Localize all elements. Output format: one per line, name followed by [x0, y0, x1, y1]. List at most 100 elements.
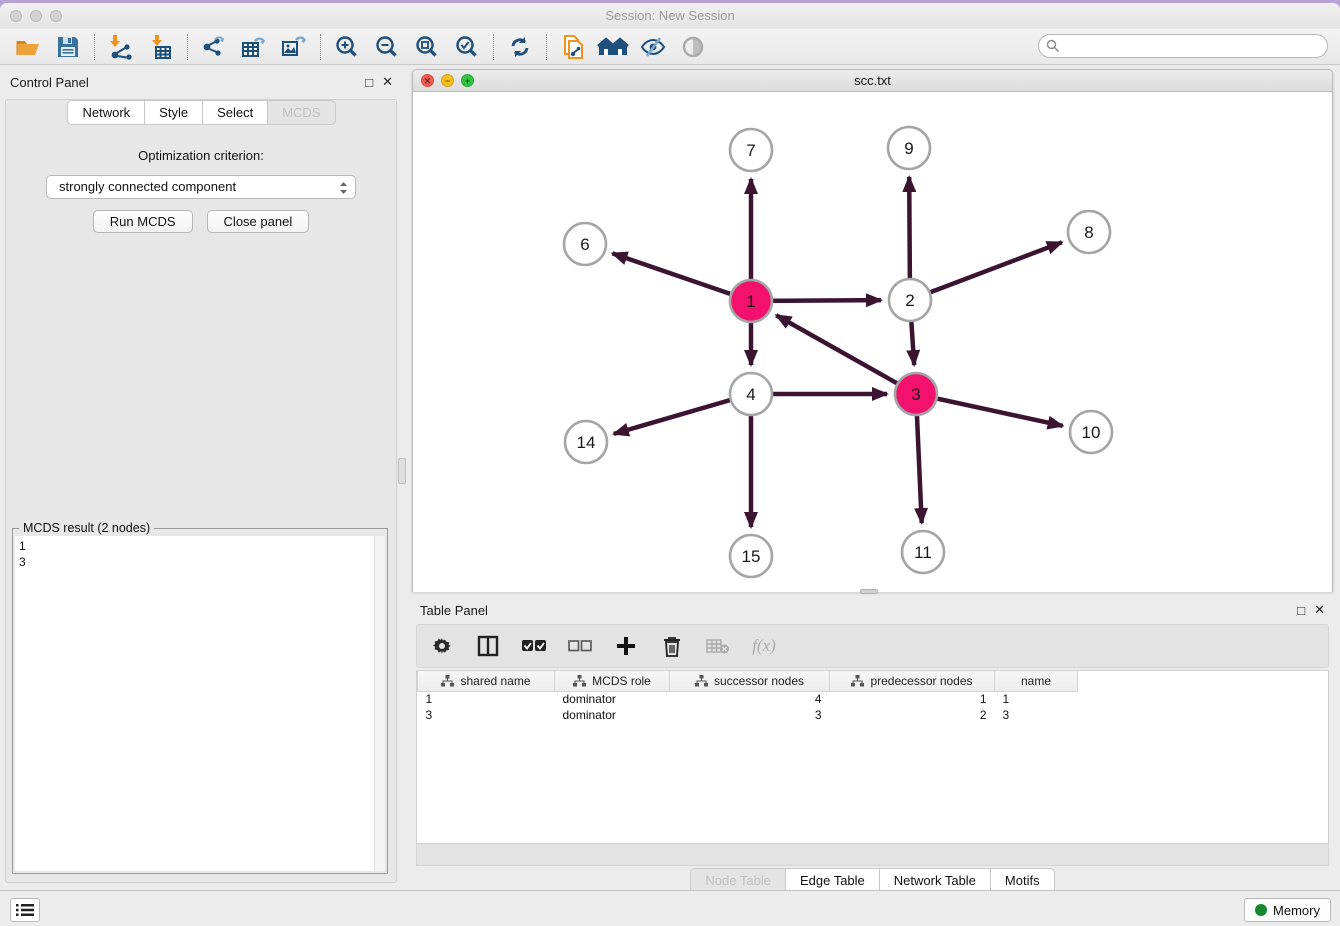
export-network-icon — [200, 33, 228, 61]
result-scrollbar[interactable] — [374, 536, 385, 871]
control-panel-float-button[interactable]: □ — [365, 75, 373, 90]
graph-node-label: 3 — [911, 385, 920, 404]
search-input[interactable] — [1038, 34, 1328, 58]
close-panel-button[interactable]: Close panel — [207, 210, 310, 233]
select-stepper-icon — [338, 179, 349, 197]
eye-disabled-icon — [679, 33, 707, 61]
show-all-button[interactable] — [673, 32, 713, 62]
graph-node-label: 1 — [746, 292, 755, 311]
cell-successor-nodes: 3 — [670, 707, 830, 723]
tab-mcds[interactable]: MCDS — [267, 100, 335, 125]
zoom-selected-icon — [453, 33, 481, 61]
graph-node-label: 2 — [905, 291, 914, 310]
delete-row-button[interactable] — [659, 633, 685, 659]
export-table-button[interactable] — [234, 32, 274, 62]
graph-edge[interactable] — [776, 315, 916, 394]
duplicate-network-icon — [559, 33, 587, 61]
mcds-result-title: MCDS result (2 nodes) — [19, 521, 154, 535]
toolbar-separator — [320, 34, 321, 60]
node-table: shared name MCDS role successor nodes pr… — [417, 671, 1078, 723]
hide-selected-button[interactable] — [633, 32, 673, 62]
table-panel-close-button[interactable]: ✕ — [1314, 602, 1325, 618]
table-options-button[interactable] — [429, 633, 455, 659]
table-panel-float-button[interactable]: □ — [1297, 603, 1305, 618]
cell-shared-name: 3 — [418, 707, 555, 723]
eye-slash-icon — [639, 33, 667, 61]
export-image-icon — [280, 33, 308, 61]
control-panel-close-button[interactable]: ✕ — [382, 74, 393, 90]
deselect-all-button[interactable] — [567, 633, 593, 659]
function-builder-button[interactable]: f(x) — [751, 633, 777, 659]
memory-button[interactable]: Memory — [1244, 898, 1331, 922]
column-type-icon — [851, 675, 864, 687]
show-columns-button[interactable] — [475, 633, 501, 659]
search-icon — [1046, 39, 1060, 53]
task-history-button[interactable] — [10, 898, 40, 922]
new-network-from-selection-button[interactable] — [553, 32, 593, 62]
node-table-area: shared name MCDS role successor nodes pr… — [416, 670, 1329, 844]
graph-node-label: 4 — [746, 385, 755, 404]
column-header-shared-name[interactable]: shared name — [418, 671, 555, 691]
zoom-selected-button[interactable] — [447, 32, 487, 62]
optimization-criterion-label: Optimization criterion: — [6, 148, 396, 163]
graph-node-label: 9 — [904, 139, 913, 158]
toolbar-separator — [94, 34, 95, 60]
run-mcds-button[interactable]: Run MCDS — [93, 210, 193, 233]
mcds-result-list[interactable]: 1 3 — [15, 536, 385, 871]
open-folder-icon — [15, 34, 41, 60]
table-row[interactable]: 3 dominator 3 2 3 — [418, 707, 1078, 723]
first-neighbors-button[interactable] — [593, 32, 633, 62]
zoom-in-icon — [333, 33, 361, 61]
control-panel-title: Control Panel — [10, 75, 356, 90]
import-table-button[interactable] — [141, 32, 181, 62]
graph-edge[interactable] — [916, 394, 1063, 426]
houses-icon — [597, 33, 629, 61]
zoom-in-button[interactable] — [327, 32, 367, 62]
graph-node-label: 10 — [1082, 423, 1101, 442]
column-type-icon — [441, 675, 454, 687]
select-all-button[interactable] — [521, 633, 547, 659]
network-window-titlebar[interactable]: ✕ − + scc.txt — [413, 70, 1332, 92]
tab-network[interactable]: Network — [67, 100, 144, 125]
toolbar-separator — [493, 34, 494, 60]
save-session-button[interactable] — [48, 32, 88, 62]
column-header-mcds-role[interactable]: MCDS role — [555, 671, 670, 691]
tab-select[interactable]: Select — [202, 100, 267, 125]
mcds-result-box: MCDS result (2 nodes) 1 3 — [12, 528, 388, 874]
column-header-successor-nodes[interactable]: successor nodes — [670, 671, 830, 691]
network-window-resize-grip[interactable] — [860, 589, 878, 594]
table-panel-bottom-strip — [416, 844, 1329, 866]
cell-predecessor-nodes: 1 — [830, 691, 995, 707]
table-panel-title: Table Panel — [420, 603, 1288, 618]
column-type-icon — [695, 675, 708, 687]
cell-name: 1 — [995, 691, 1078, 707]
cell-predecessor-nodes: 2 — [830, 707, 995, 723]
table-header-row: shared name MCDS role successor nodes pr… — [418, 671, 1078, 691]
export-network-button[interactable] — [194, 32, 234, 62]
add-row-button[interactable] — [613, 633, 639, 659]
zoom-out-icon — [373, 33, 401, 61]
export-image-button[interactable] — [274, 32, 314, 62]
cell-shared-name: 1 — [418, 691, 555, 707]
zoom-out-button[interactable] — [367, 32, 407, 62]
title-bar: Session: New Session — [0, 3, 1340, 29]
save-icon — [55, 34, 81, 60]
open-session-button[interactable] — [8, 32, 48, 62]
panel-splitter[interactable] — [398, 458, 406, 484]
column-header-predecessor-nodes[interactable]: predecessor nodes — [830, 671, 995, 691]
graph-node-label: 14 — [577, 433, 596, 452]
cell-mcds-role: dominator — [555, 691, 670, 707]
control-panel-tabs: Network Style Select MCDS — [0, 100, 403, 125]
delete-table-button[interactable] — [705, 633, 731, 659]
refresh-button[interactable] — [500, 32, 540, 62]
network-canvas[interactable]: 7968124314101511 — [413, 92, 1332, 592]
memory-label: Memory — [1273, 903, 1320, 918]
graph-node-label: 15 — [742, 547, 761, 566]
optimization-criterion-select[interactable]: strongly connected component — [46, 175, 356, 199]
table-row[interactable]: 1 dominator 4 1 1 — [418, 691, 1078, 707]
import-network-button[interactable] — [101, 32, 141, 62]
graph-edge[interactable] — [910, 242, 1062, 300]
zoom-fit-button[interactable] — [407, 32, 447, 62]
column-header-name[interactable]: name — [995, 671, 1078, 691]
tab-style[interactable]: Style — [144, 100, 202, 125]
